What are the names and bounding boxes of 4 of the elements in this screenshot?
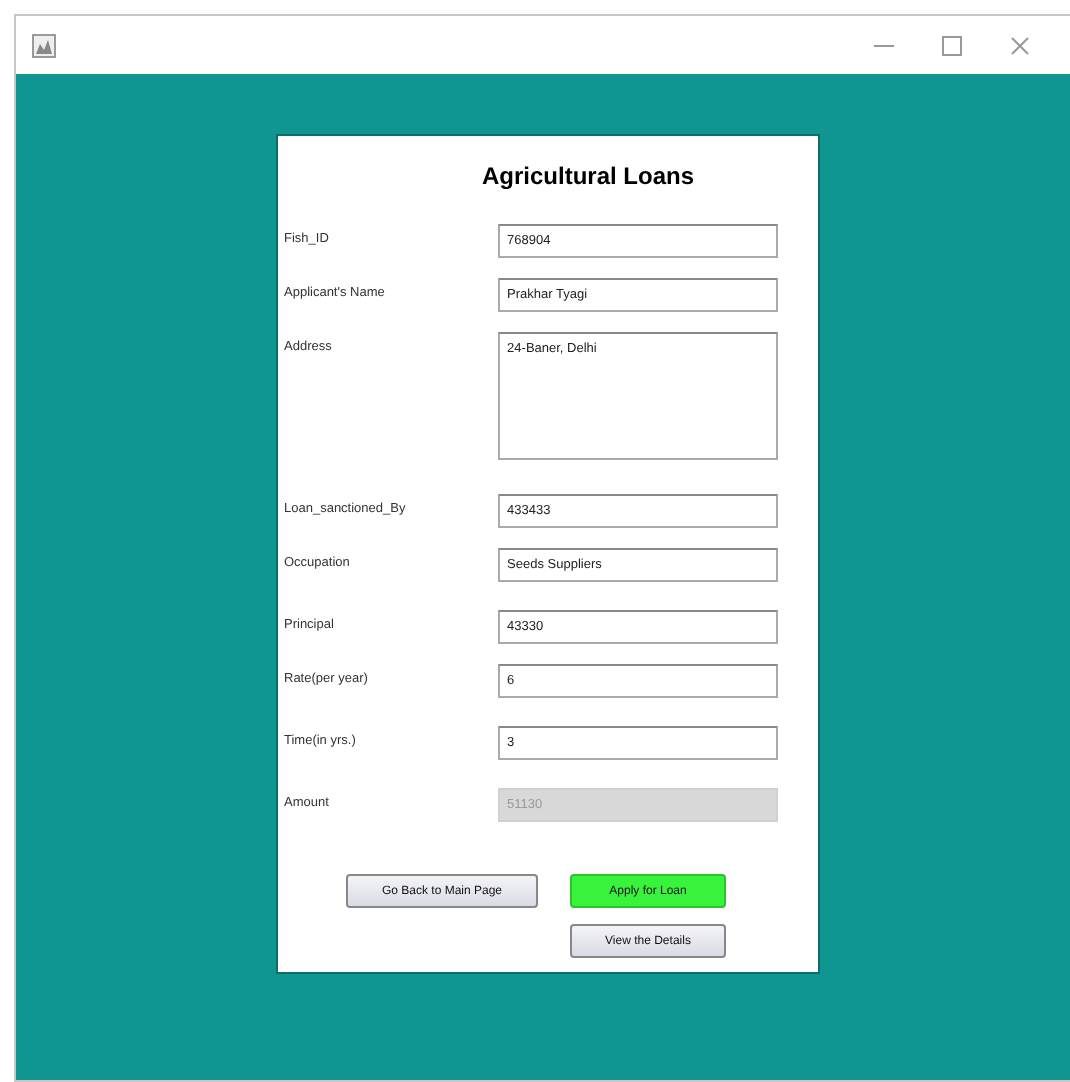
app-icon — [32, 33, 56, 57]
maximize-icon[interactable] — [942, 35, 962, 55]
close-icon[interactable] — [1010, 35, 1030, 55]
form-title: Agricultural Loans — [479, 162, 696, 190]
